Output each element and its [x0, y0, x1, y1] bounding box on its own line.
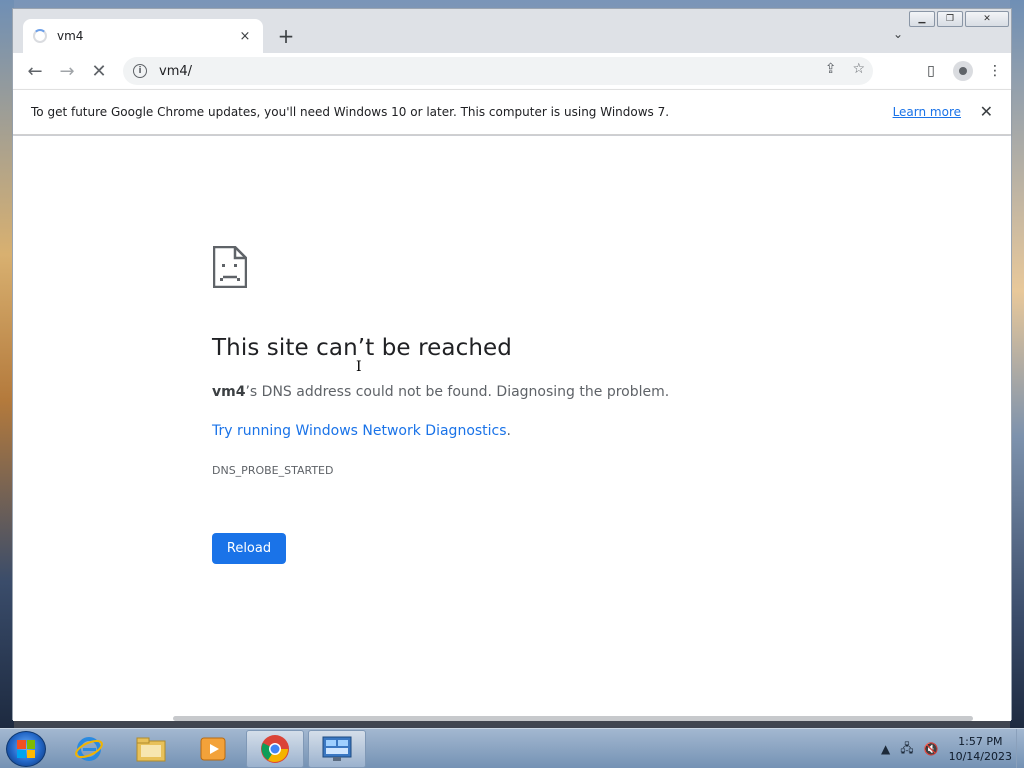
learn-more-link[interactable]: Learn more — [893, 105, 961, 119]
diagnostics-link[interactable]: Try running Windows Network Diagnostics — [212, 423, 507, 439]
error-title: This site can’t be reached — [212, 335, 512, 361]
profile-button[interactable] — [947, 59, 979, 83]
control-panel-icon[interactable] — [308, 730, 366, 768]
reload-button[interactable]: Reload — [212, 533, 286, 564]
infobar-message: To get future Google Chrome updates, you… — [31, 105, 670, 119]
update-infobar: To get future Google Chrome updates, you… — [13, 89, 1011, 135]
clock-time: 1:57 PM — [958, 735, 1003, 748]
internet-explorer-icon[interactable] — [60, 730, 118, 768]
media-player-icon[interactable] — [184, 730, 242, 768]
menu-kebab-icon[interactable]: ⋮ — [979, 59, 1011, 83]
error-description: vm4’s DNS address could not be found. Di… — [212, 384, 669, 400]
diagnostics-period: . — [506, 423, 511, 439]
new-tab-button[interactable]: + — [275, 25, 297, 47]
horizontal-scrollbar[interactable] — [173, 716, 973, 721]
tab-close-icon[interactable]: × — [237, 29, 253, 44]
tab-search-icon[interactable]: ⌄ — [893, 27, 903, 41]
start-button[interactable] — [6, 731, 46, 767]
clock-date: 10/14/2023 — [948, 750, 1012, 763]
side-panel-icon[interactable]: ▯ — [915, 59, 947, 83]
error-code: DNS_PROBE_STARTED — [212, 464, 334, 477]
infobar-close-icon[interactable]: ✕ — [980, 102, 993, 121]
file-explorer-icon[interactable] — [122, 730, 180, 768]
tab-strip: vm4 × + ⌄ — [13, 9, 1011, 53]
sad-page-icon — [213, 246, 247, 288]
error-host: vm4 — [212, 384, 246, 400]
page-content: This site can’t be reached vm4’s DNS add… — [13, 136, 1011, 721]
address-bar[interactable]: i vm4/ ⇪ ☆ — [123, 57, 873, 85]
system-tray: ▲ 🖧 🔇 1:57 PM 10/14/2023 — [881, 729, 1012, 768]
show-hidden-icons-icon[interactable]: ▲ — [881, 742, 890, 756]
clock[interactable]: 1:57 PM 10/14/2023 — [949, 734, 1012, 764]
tab-vm4[interactable]: vm4 × — [23, 19, 263, 53]
url-text[interactable]: vm4/ — [159, 64, 192, 79]
error-description-text: ’s DNS address could not be found. Diagn… — [245, 384, 670, 400]
browser-toolbar: ← → ✕ i vm4/ ⇪ ☆ ▯ ⋮ — [13, 53, 1011, 89]
forward-icon[interactable]: → — [55, 59, 79, 83]
chrome-taskbar-icon[interactable] — [246, 730, 304, 768]
windows-taskbar: ▲ 🖧 🔇 1:57 PM 10/14/2023 — [0, 728, 1024, 768]
share-icon[interactable]: ⇪ — [825, 61, 837, 77]
diagnostics-line: Try running Windows Network Diagnostics. — [212, 423, 511, 439]
text-cursor-icon: I — [356, 359, 362, 375]
stop-icon[interactable]: ✕ — [87, 59, 111, 83]
show-desktop-button[interactable] — [1016, 729, 1024, 768]
bookmark-star-icon[interactable]: ☆ — [852, 61, 865, 77]
desktop-background-right — [1010, 0, 1024, 728]
network-icon[interactable]: 🖧 — [900, 739, 913, 760]
tab-title: vm4 — [57, 29, 84, 43]
loading-spinner-icon — [33, 29, 47, 43]
site-info-icon[interactable]: i — [133, 64, 147, 78]
back-icon[interactable]: ← — [23, 59, 47, 83]
windows-logo-icon — [17, 740, 35, 758]
volume-muted-icon[interactable]: 🔇 — [924, 742, 939, 756]
chrome-window: ▁ ❐ ✕ vm4 × + ⌄ ← → ✕ i vm4/ ⇪ ☆ ▯ ⋮ To … — [12, 8, 1012, 721]
avatar-icon — [953, 61, 973, 81]
